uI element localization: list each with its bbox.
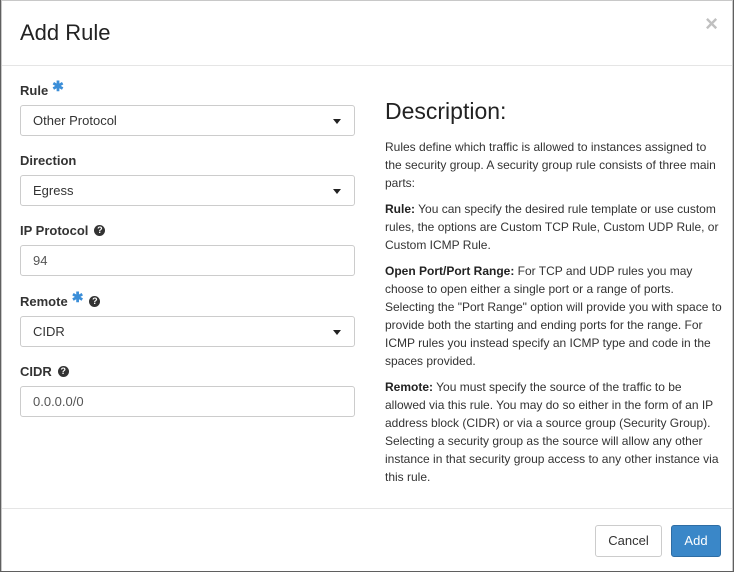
rule-label: Rule	[20, 82, 49, 98]
ip-protocol-input[interactable]: 94	[20, 245, 355, 276]
ip-protocol-label: IP Protocol	[20, 222, 89, 238]
caret-down-icon	[333, 330, 341, 335]
rule-select-value: Other Protocol	[33, 113, 117, 128]
help-icon[interactable]: ?	[89, 295, 101, 307]
cidr-value: 0.0.0.0/0	[33, 394, 84, 409]
direction-select[interactable]: Egress	[20, 175, 355, 206]
remote-select[interactable]: CIDR	[20, 316, 355, 347]
direction-select-value: Egress	[33, 183, 74, 198]
remote-term: Remote:	[385, 380, 434, 394]
description-port: Open Port/Port Range: For TCP and UDP ru…	[385, 262, 723, 370]
caret-down-icon	[333, 119, 341, 124]
add-button[interactable]: Add	[671, 525, 721, 557]
rule-select[interactable]: Other Protocol	[20, 105, 355, 136]
help-icon[interactable]: ?	[94, 224, 106, 236]
cidr-field: CIDR ? 0.0.0.0/0	[20, 362, 355, 422]
rule-term: Rule:	[385, 202, 415, 216]
remote-text: You must specify the source of the traff…	[385, 380, 719, 484]
cancel-button[interactable]: Cancel	[595, 525, 662, 557]
remote-field: Remote ✱ ? CIDR	[20, 288, 355, 362]
description-title: Description:	[385, 98, 507, 124]
description-intro: Rules define which traffic is allowed to…	[385, 140, 716, 190]
required-icon: ✱	[52, 77, 64, 94]
add-rule-dialog: Add Rule × Rule ✱ Other Protocol Directi…	[1, 0, 733, 571]
close-icon[interactable]: ×	[705, 13, 718, 35]
dialog-title: Add Rule	[20, 20, 111, 45]
modal-footer: Cancel Add	[2, 508, 732, 572]
remote-label: Remote	[20, 293, 68, 309]
port-term: Open Port/Port Range:	[385, 264, 515, 278]
ip-protocol-field: IP Protocol ? 94	[20, 221, 355, 292]
ip-protocol-value: 94	[33, 253, 48, 268]
required-icon: ✱	[71, 288, 84, 305]
help-icon[interactable]: ?	[57, 365, 69, 377]
rule-form: Rule ✱ Other Protocol Direction Egress I…	[20, 77, 355, 422]
cidr-label: CIDR	[20, 363, 52, 379]
description-remote: Remote: You must specify the source of t…	[385, 378, 723, 486]
modal-header: Add Rule ×	[2, 1, 732, 66]
rule-field: Rule ✱ Other Protocol	[20, 77, 355, 151]
description-panel: Description: Rules define which traffic …	[385, 97, 723, 494]
direction-field: Direction Egress	[20, 151, 355, 221]
port-text: For TCP and UDP rules you may choose to …	[385, 264, 722, 368]
direction-label: Direction	[20, 152, 77, 168]
caret-down-icon	[333, 189, 341, 194]
description-rule: Rule: You can specify the desired rule t…	[385, 200, 723, 254]
rule-text: You can specify the desired rule templat…	[385, 202, 719, 252]
cidr-input[interactable]: 0.0.0.0/0	[20, 386, 355, 417]
remote-select-value: CIDR	[33, 324, 65, 339]
